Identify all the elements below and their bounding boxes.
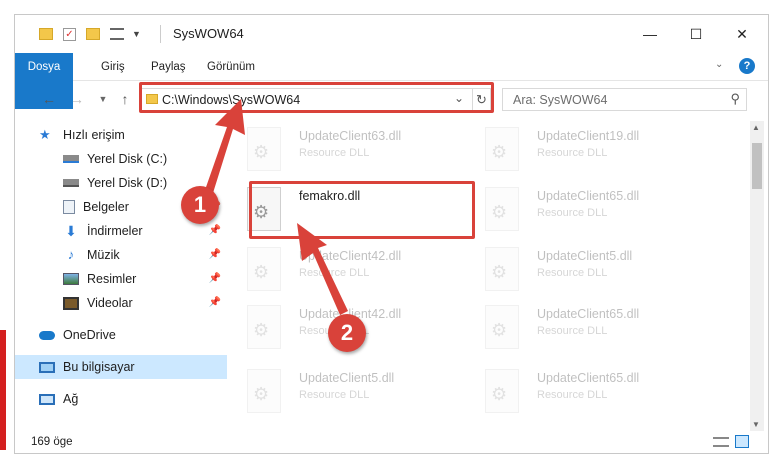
- explorer-window: ✓ ▼ SysWOW64 — ☐ ✕ Dosya Giriş Paylaş Gö…: [14, 14, 769, 454]
- step-1-badge: 1: [181, 186, 219, 224]
- edge-decoration-left: [0, 330, 6, 450]
- arrow-to-address: [205, 99, 245, 193]
- arrow-to-file: [297, 223, 348, 315]
- annotation-arrows: [205, 99, 348, 315]
- step-2-badge: 2: [328, 314, 366, 352]
